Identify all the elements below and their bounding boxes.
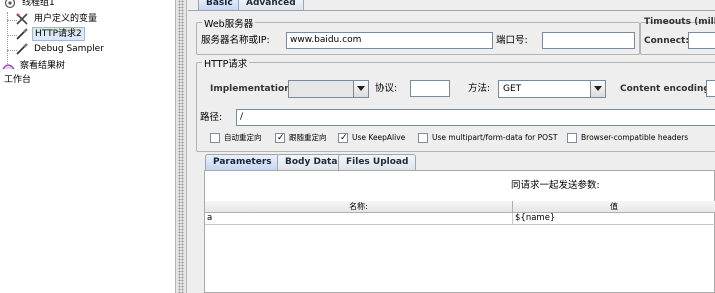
implementation-label: Implementation:	[210, 84, 295, 94]
tree-item-label: Debug Sampler	[34, 44, 104, 54]
port-label: 端口号:	[496, 35, 528, 46]
table-cell-value[interactable]: ${name}	[513, 213, 715, 225]
checkbox-box[interactable]	[418, 133, 428, 143]
pipette-icon	[16, 43, 29, 55]
method-label: 方法:	[468, 83, 491, 94]
path-label: 路径:	[200, 112, 223, 123]
tree-item-label: 察看结果树	[20, 61, 66, 71]
checkbox-label: Browser-compatible headers	[581, 133, 689, 142]
content-encoding-label: Content encoding:	[620, 84, 714, 94]
method-value: GET	[503, 84, 522, 94]
listener-icon	[2, 60, 15, 72]
checkbox-box[interactable]	[567, 133, 577, 143]
protocol-input[interactable]	[410, 80, 450, 97]
chevron-down-icon[interactable]	[353, 81, 368, 97]
checkbox-label: Use KeepAlive	[352, 133, 406, 142]
timeouts-group-title: Timeouts (milli	[644, 17, 715, 27]
tree-item-label: 工作台	[4, 75, 32, 85]
parameters-caption: 同请求一起发送参数:	[511, 180, 600, 191]
tree-item-label: HTTP请求2	[32, 27, 85, 41]
column-header-name[interactable]: 名称:	[205, 201, 513, 213]
thread-group-icon	[4, 0, 17, 9]
method-select[interactable]: GET	[498, 80, 606, 98]
column-header-value[interactable]: 值	[513, 201, 715, 213]
connect-timeout-input[interactable]	[688, 32, 715, 49]
server-name-label: 服务器名称或IP:	[201, 35, 270, 46]
port-input[interactable]	[542, 32, 635, 49]
divider-grip	[178, 0, 184, 293]
parameters-panel: 同请求一起发送参数: 名称: 值 a ${name}	[204, 170, 715, 293]
checkbox-box[interactable]	[210, 133, 220, 143]
tab-strip-border	[188, 10, 715, 11]
tab-basic[interactable]: Basic	[198, 0, 241, 10]
tools-icon	[16, 13, 29, 25]
chevron-down-icon[interactable]	[590, 81, 605, 97]
checkbox-label: 自动重定向	[224, 133, 262, 142]
connect-timeout-label: Connect:	[644, 36, 689, 46]
implementation-select[interactable]	[288, 80, 369, 98]
tree-item-label: 线程组1	[22, 0, 55, 8]
content-encoding-input[interactable]	[706, 80, 715, 97]
tree-item-label: 用户定义的变量	[34, 14, 98, 24]
test-plan-tree[interactable]: 线程组1 用户定义的变量 HTTP请求2 Debug Sampler 察看结果树…	[0, 0, 175, 293]
web-server-group-title: Web服务器	[202, 16, 256, 30]
split-pane-divider[interactable]	[175, 0, 187, 293]
http-request-group-title: HTTP请求	[202, 56, 250, 70]
checkbox-box[interactable]	[338, 132, 348, 144]
server-name-input[interactable]: www.baidu.com	[286, 32, 493, 49]
tab-advanced[interactable]: Advanced	[238, 0, 304, 10]
tab-files-upload[interactable]: Files Upload	[338, 154, 417, 170]
tab-body-data[interactable]: Body Data	[277, 154, 346, 170]
http-request-panel: Basic Advanced Web服务器 服务器名称或IP: www.baid…	[188, 0, 715, 293]
checkbox-label: 跟随重定向	[289, 133, 327, 142]
path-input[interactable]: /	[236, 109, 715, 126]
checkbox-box[interactable]	[275, 132, 285, 144]
protocol-label: 协议:	[375, 83, 398, 94]
checkbox-label: Use multipart/form-data for POST	[432, 133, 558, 142]
tab-parameters[interactable]: Parameters	[205, 154, 280, 170]
table-cell-name[interactable]: a	[205, 213, 513, 225]
pipette-icon	[16, 28, 29, 40]
